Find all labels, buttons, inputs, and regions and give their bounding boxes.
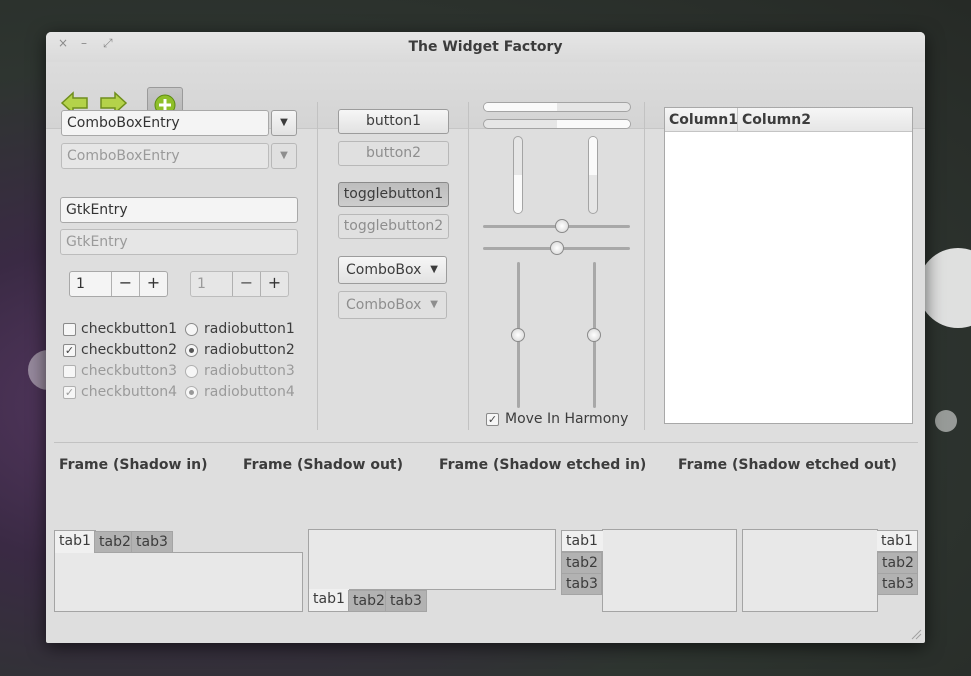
progress-fill	[514, 175, 522, 213]
tab[interactable]: tab3	[561, 573, 602, 595]
slider-knob[interactable]	[587, 328, 601, 342]
notebook-panel	[308, 529, 556, 590]
combobox[interactable]: ComboBox ▼	[338, 256, 447, 284]
checkbutton	[63, 365, 76, 378]
chevron-down-icon: ▼	[430, 257, 438, 283]
radiobutton	[185, 386, 198, 399]
titlebar: × – ⤢ The Widget Factory	[46, 32, 925, 62]
separator	[468, 102, 469, 430]
radiobutton	[185, 365, 198, 378]
tree-view[interactable]: Column1 Column2	[664, 107, 913, 424]
checkbutton: ✓	[63, 386, 76, 399]
frame-title: Frame (Shadow etched out)	[678, 457, 897, 473]
checkbutton-label: checkbutton2	[81, 342, 177, 358]
combobox-disabled: ComboBox ▼	[338, 291, 447, 319]
main-window: × – ⤢ The Widget Factory ComboBoxEntry ▼…	[46, 32, 925, 643]
background-bokeh	[918, 248, 971, 328]
combobox-label: ComboBox	[346, 262, 421, 278]
combobox-entry-disabled: ComboBoxEntry	[61, 143, 269, 169]
togglebutton2: togglebutton2	[338, 214, 449, 239]
frame-title: Frame (Shadow out)	[243, 457, 403, 473]
progress-fill	[484, 103, 557, 111]
slider-knob[interactable]	[511, 328, 525, 342]
radiobutton-label: radiobutton2	[204, 342, 295, 358]
radio-dot-icon	[189, 348, 194, 353]
radiobutton-label: radiobutton1	[204, 321, 295, 337]
spinbutton-disabled: 1 − +	[190, 271, 289, 297]
tab[interactable]: tab2	[94, 531, 136, 553]
spin-plus-button[interactable]: +	[139, 272, 167, 296]
button1[interactable]: button1	[338, 109, 449, 134]
spinbutton-value: 1	[76, 276, 85, 292]
gtk-entry-disabled: GtkEntry	[60, 229, 298, 255]
tab[interactable]: tab3	[385, 590, 427, 612]
combobox-entry-disabled-dropdown: ▼	[271, 143, 297, 169]
move-in-harmony-checkbox[interactable]: ✓	[486, 413, 499, 426]
combobox-entry-dropdown[interactable]: ▼	[271, 110, 297, 136]
radio-dot-icon	[189, 390, 194, 395]
spin-minus-button[interactable]: −	[111, 272, 139, 296]
check-icon: ✓	[65, 344, 74, 357]
tab[interactable]: tab1	[877, 530, 918, 552]
separator	[644, 102, 645, 430]
check-icon: ✓	[65, 386, 74, 399]
tab[interactable]: tab2	[877, 552, 918, 574]
radiobutton[interactable]	[185, 344, 198, 357]
frame-title: Frame (Shadow in)	[59, 457, 207, 473]
progress-fill	[589, 137, 597, 175]
notebook-panel	[602, 529, 737, 612]
window-title: The Widget Factory	[46, 39, 925, 55]
spinbutton-value: 1	[197, 276, 206, 292]
radiobutton-label: radiobutton4	[204, 384, 295, 400]
checkbutton-label: checkbutton3	[81, 363, 177, 379]
tab[interactable]: tab1	[54, 530, 96, 553]
progress-fill	[557, 120, 630, 128]
chevron-down-icon: ▼	[280, 150, 288, 161]
separator	[317, 102, 318, 430]
tab[interactable]: tab1	[561, 530, 603, 552]
spin-minus-button: −	[232, 272, 260, 296]
frame-title: Frame (Shadow etched in)	[439, 457, 646, 473]
checkbutton-label: checkbutton4	[81, 384, 177, 400]
checkbutton-label: checkbutton1	[81, 321, 177, 337]
progress-bar-vertical	[513, 136, 523, 214]
tab[interactable]: tab2	[348, 590, 390, 612]
tab[interactable]: tab3	[131, 531, 173, 553]
move-in-harmony-label: Move In Harmony	[505, 411, 628, 427]
background-bokeh	[935, 410, 957, 432]
slider-knob[interactable]	[550, 241, 564, 255]
resize-grip-icon[interactable]	[910, 628, 922, 640]
column-header[interactable]: Column1	[665, 108, 738, 132]
radiobutton[interactable]	[185, 323, 198, 336]
progress-bar	[483, 102, 631, 112]
progress-bar-vertical	[588, 136, 598, 214]
chevron-down-icon: ▼	[430, 292, 438, 318]
progress-bar	[483, 119, 631, 129]
separator	[54, 442, 918, 443]
tab[interactable]: tab3	[877, 573, 918, 595]
combobox-label: ComboBox	[346, 297, 421, 313]
radiobutton-label: radiobutton3	[204, 363, 295, 379]
chevron-down-icon: ▼	[280, 117, 288, 128]
tab[interactable]: tab2	[561, 552, 602, 574]
button2: button2	[338, 141, 449, 166]
combobox-entry[interactable]: ComboBoxEntry	[61, 110, 269, 136]
spin-plus-button: +	[260, 272, 288, 296]
checkbutton[interactable]	[63, 323, 76, 336]
gtk-entry[interactable]: GtkEntry	[60, 197, 298, 223]
notebook-panel	[54, 552, 303, 612]
notebook-panel	[742, 529, 878, 612]
tab[interactable]: tab1	[308, 589, 350, 612]
slider-knob[interactable]	[555, 219, 569, 233]
column-header[interactable]: Column2	[738, 108, 912, 132]
check-icon: ✓	[488, 413, 497, 426]
checkbutton[interactable]: ✓	[63, 344, 76, 357]
togglebutton1[interactable]: togglebutton1	[338, 182, 449, 207]
spinbutton[interactable]: 1 − +	[69, 271, 168, 297]
